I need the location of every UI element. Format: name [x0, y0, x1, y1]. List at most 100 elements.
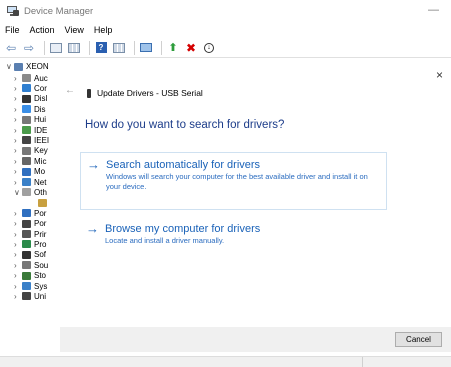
chevron-right-icon[interactable]: › — [14, 136, 22, 145]
minimize-button[interactable]: — — [428, 4, 439, 16]
tree-item[interactable]: › Mic — [14, 156, 60, 166]
menu-view[interactable]: View — [65, 25, 84, 35]
device-category-icon — [22, 146, 31, 155]
view-grid-icon[interactable] — [112, 41, 126, 55]
chevron-right-icon[interactable]: › — [14, 250, 22, 259]
device-manager-icon — [7, 5, 19, 17]
chevron-right-icon[interactable]: › — [14, 240, 22, 249]
help-icon[interactable]: ? — [94, 41, 108, 55]
tree-item[interactable]: › Key — [14, 146, 60, 156]
tree-item[interactable]: ∨ Oth — [14, 187, 60, 197]
dialog-title: Update Drivers - USB Serial — [97, 88, 203, 98]
chevron-right-icon[interactable]: › — [14, 178, 22, 187]
usb-device-icon — [87, 88, 91, 98]
device-category-icon — [22, 126, 31, 134]
status-separator — [362, 357, 363, 367]
tree-item[interactable]: › IDE — [14, 125, 60, 135]
status-bar — [0, 356, 451, 367]
chevron-right-icon[interactable]: › — [14, 115, 22, 124]
forward-arrow-icon[interactable]: ⇨ — [22, 41, 36, 55]
tree-item-label: Sou — [34, 260, 49, 270]
cancel-button[interactable]: Cancel — [395, 332, 442, 347]
tree-item[interactable]: › Sys — [14, 281, 60, 291]
device-category-icon — [22, 250, 31, 259]
arrow-right-icon: → — [87, 157, 100, 172]
tree-item-label: Sto — [34, 271, 47, 281]
chevron-right-icon[interactable]: › — [14, 292, 22, 301]
chevron-right-icon[interactable]: › — [14, 230, 22, 239]
close-button[interactable]: × — [436, 68, 443, 82]
chevron-right-icon[interactable]: › — [14, 74, 22, 83]
tree-item[interactable]: › Sof — [14, 250, 60, 260]
chevron-right-icon[interactable]: › — [14, 84, 22, 93]
tree-item[interactable]: › Sou — [14, 260, 60, 270]
chevron-right-icon[interactable]: › — [14, 271, 22, 280]
tree-root[interactable]: ∨ XEON — [6, 62, 49, 71]
tree-item-label: Prir — [34, 229, 47, 239]
device-category-icon — [38, 198, 47, 207]
chevron-right-icon[interactable]: › — [14, 157, 22, 166]
arrow-right-icon: → — [86, 221, 99, 236]
properties-icon[interactable] — [49, 41, 63, 55]
update-drivers-dialog: ← × Update Drivers - USB Serial How do y… — [60, 60, 451, 352]
tree-item[interactable]: › Uni — [14, 291, 60, 301]
tree-item[interactable]: › Prir — [14, 229, 60, 239]
tree-item[interactable]: › Cor — [14, 83, 60, 93]
chevron-right-icon[interactable]: › — [14, 167, 22, 176]
chevron-right-icon[interactable]: › — [14, 126, 22, 135]
device-category-icon — [22, 230, 31, 238]
tree-item[interactable]: › Disl — [14, 94, 60, 104]
device-category-icon — [22, 74, 31, 82]
device-category-icon — [22, 94, 31, 103]
tree-item-label: Uni — [34, 291, 47, 301]
device-category-icon — [22, 240, 31, 249]
device-category-icon — [22, 136, 31, 145]
device-category-icon — [22, 219, 31, 228]
chevron-right-icon[interactable]: › — [14, 219, 22, 228]
menu-file[interactable]: File — [5, 25, 20, 35]
uninstall-x-icon[interactable]: ✖ — [184, 41, 198, 55]
tree-item-label: Net — [34, 177, 47, 187]
option-description: Windows will search your computer for th… — [106, 172, 368, 191]
tree-item[interactable]: › IEEI — [14, 135, 60, 145]
device-category-icon — [22, 188, 31, 197]
window-title: Device Manager — [24, 5, 94, 17]
tree-item[interactable]: › Sto — [14, 271, 60, 281]
tree-item-label: Hui — [34, 115, 47, 125]
monitor-icon[interactable] — [139, 41, 153, 55]
chevron-right-icon[interactable]: › — [14, 261, 22, 270]
device-category-icon — [22, 282, 31, 290]
tree-root-label: XEON — [26, 62, 49, 71]
toolbar-separator — [161, 40, 162, 55]
chevron-right-icon[interactable]: › — [14, 94, 22, 103]
menu-action[interactable]: Action — [30, 25, 55, 35]
back-arrow-icon[interactable]: ⇦ — [4, 41, 18, 55]
tree-item[interactable]: › Mo — [14, 167, 60, 177]
tree-item-label: Sof — [34, 250, 47, 260]
tree-item[interactable]: › Auc — [14, 73, 60, 83]
menu-help[interactable]: Help — [94, 25, 113, 35]
device-category-icon — [22, 271, 31, 280]
chevron-right-icon[interactable]: › — [14, 146, 22, 155]
device-category-icon — [22, 178, 31, 186]
back-arrow-icon[interactable]: ← — [65, 85, 75, 96]
tree-item[interactable]: › Por — [14, 219, 60, 229]
update-driver-grid-icon[interactable] — [67, 41, 81, 55]
chevron-right-icon[interactable]: › — [14, 209, 22, 218]
tree-item[interactable]: › Net — [14, 177, 60, 187]
chevron-right-icon[interactable]: › — [14, 105, 22, 114]
tree-item[interactable]: › Pro — [14, 239, 60, 249]
browse-computer-option[interactable]: → Browse my computer for drivers Locate … — [80, 217, 387, 255]
chevron-down-icon[interactable]: ∨ — [6, 62, 14, 71]
tree-item[interactable]: › Hui — [14, 115, 60, 125]
tree-item[interactable]: › Dis — [14, 104, 60, 114]
tree-item-label: IEEI — [34, 135, 50, 145]
chevron-right-icon[interactable]: › — [14, 282, 22, 291]
download-icon[interactable]: ↓ — [202, 41, 216, 55]
chevron-down-icon[interactable]: ∨ — [14, 188, 22, 197]
option-title: Search automatically for drivers — [106, 159, 261, 171]
search-automatically-option[interactable]: → Search automatically for drivers Windo… — [80, 152, 387, 210]
tree-item[interactable]: › Por — [14, 208, 60, 218]
title-bar: Device Manager — — [0, 0, 451, 22]
enable-device-icon[interactable]: ⬆ — [166, 41, 180, 55]
